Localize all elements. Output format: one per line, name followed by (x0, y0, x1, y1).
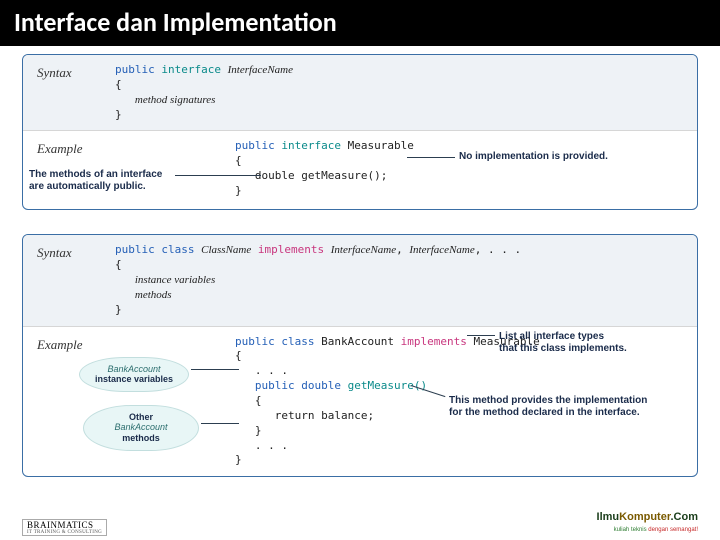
connector-line (407, 157, 455, 158)
body: Syntax public interface InterfaceName { … (0, 46, 720, 477)
syntax-label: Syntax (23, 55, 111, 130)
interface-syntax-row: Syntax public interface InterfaceName { … (23, 55, 697, 131)
implements-syntax-row: Syntax public class ClassName implements… (23, 235, 697, 326)
syntax-label: Syntax (23, 235, 111, 325)
implements-syntax-code: public class ClassName implements Interf… (111, 235, 697, 325)
interface-panel: Syntax public interface InterfaceName { … (22, 54, 698, 210)
bubble-other-methods: Other BankAccount methods (83, 405, 199, 451)
implements-example-code: public class BankAccount implements Meas… (111, 327, 697, 477)
ilmukomputer-logo: IlmuKomputer.Com kuliah teknis dengan se… (597, 512, 698, 534)
annot-list-interfaces: List all interface types that this class… (499, 331, 627, 355)
annot-method-implementation: This method provides the implementation … (449, 395, 647, 419)
example-label: Example (23, 327, 111, 477)
bubble-instance-vars: BankAccount instance variables (79, 357, 189, 393)
connector-line (467, 335, 495, 336)
implements-panel: Syntax public class ClassName implements… (22, 234, 698, 477)
brainmatics-logo: BRAINMATICS IT TRAINING & CONSULTING (22, 519, 107, 536)
footer: BRAINMATICS IT TRAINING & CONSULTING Ilm… (0, 512, 720, 536)
annot-no-impl: No implementation is provided. (459, 151, 608, 163)
annot-auto-public: The methods of an interface are automati… (29, 169, 162, 193)
interface-example-row: Example public interface Measurable { do… (23, 131, 697, 209)
implements-example-row: Example public class BankAccount impleme… (23, 327, 697, 477)
connector-line (201, 423, 239, 424)
connector-line (191, 369, 239, 370)
interface-syntax-code: public interface InterfaceName { method … (111, 55, 697, 130)
interface-example-code: public interface Measurable { double get… (111, 131, 697, 209)
slide-title: Interface dan Implementation (0, 0, 720, 46)
connector-line (175, 175, 261, 176)
